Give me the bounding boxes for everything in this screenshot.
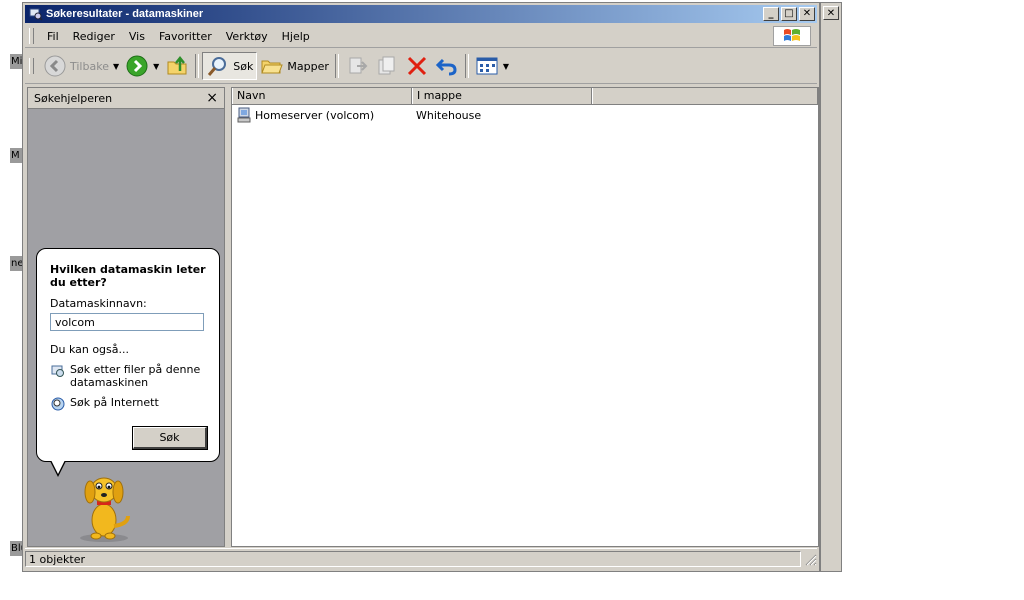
views-dropdown-icon[interactable]: ▼ bbox=[503, 62, 509, 71]
search-files-link[interactable]: Søk etter filer på denne datamaskinen bbox=[50, 363, 206, 389]
delete-button[interactable] bbox=[402, 52, 432, 80]
column-header-empty bbox=[592, 88, 818, 104]
menu-view[interactable]: Vis bbox=[122, 30, 152, 43]
undo-button[interactable] bbox=[432, 52, 462, 80]
search-pane-title: Søkehjelperen bbox=[34, 91, 113, 105]
toolbar-grip[interactable] bbox=[29, 58, 34, 74]
column-header-name[interactable]: Navn bbox=[232, 88, 412, 104]
maximize-button[interactable]: □ bbox=[781, 7, 797, 21]
copy-to-icon bbox=[378, 56, 395, 75]
back-dropdown-icon[interactable]: ▼ bbox=[113, 62, 119, 71]
search-balloon: Hvilken datamaskin leter du etter? Datam… bbox=[36, 248, 220, 462]
search-dog-icon[interactable] bbox=[70, 468, 140, 544]
computer-name-input[interactable] bbox=[50, 313, 204, 331]
search-icon bbox=[208, 57, 227, 76]
computer-name-label: Datamaskinnavn: bbox=[50, 297, 147, 310]
views-button[interactable]: ▼ bbox=[472, 52, 512, 80]
copy-to-button[interactable] bbox=[372, 52, 402, 80]
window-title: Søkeresultater - datamaskiner bbox=[46, 8, 204, 20]
toolbar-separator bbox=[464, 54, 469, 78]
search-internet-link[interactable]: Søk på Internett bbox=[50, 396, 206, 412]
search-files-label: Søk etter filer på denne datamaskinen bbox=[70, 363, 201, 389]
search-question: Hvilken datamaskin leter du etter? bbox=[50, 263, 206, 289]
menu-file[interactable]: Fil bbox=[40, 30, 66, 43]
menu-favorites[interactable]: Favoritter bbox=[152, 30, 219, 43]
resize-grip-icon[interactable] bbox=[803, 552, 817, 566]
results-list[interactable]: Navn I mappe Homeserver (volcom) Whiteho… bbox=[231, 87, 819, 547]
toolbar: Tilbake ▼ ▼ Søk Mapper ▼ bbox=[25, 49, 817, 84]
menu-help[interactable]: Hjelp bbox=[275, 30, 317, 43]
back-arrow-icon bbox=[44, 55, 66, 77]
menu-tools[interactable]: Verktøy bbox=[219, 30, 275, 43]
balloon-tail-fill bbox=[51, 460, 65, 474]
move-to-button[interactable] bbox=[342, 52, 372, 80]
undo-icon bbox=[435, 58, 457, 76]
views-icon bbox=[476, 57, 498, 75]
search-button[interactable]: Søk bbox=[202, 52, 258, 80]
forward-button[interactable]: ▼ bbox=[122, 52, 162, 80]
status-bar: 1 objekter bbox=[25, 548, 817, 569]
also-label: Du kan også... bbox=[50, 343, 129, 356]
windows-logo-icon bbox=[773, 26, 811, 46]
folder-up-icon bbox=[167, 55, 187, 75]
folders-button[interactable]: Mapper bbox=[257, 52, 332, 80]
search-pane-close-icon[interactable]: × bbox=[206, 91, 218, 105]
folders-icon bbox=[261, 60, 284, 74]
search-companion-pane: Søkehjelperen × Hvilken datamaskin leter… bbox=[27, 87, 225, 547]
search-pane-header: Søkehjelperen × bbox=[28, 88, 224, 109]
computer-icon bbox=[237, 107, 251, 123]
forward-arrow-icon bbox=[126, 55, 148, 77]
result-folder: Whitehouse bbox=[416, 108, 482, 122]
menu-bar: Fil Rediger Vis Favoritter Verktøy Hjelp bbox=[25, 25, 817, 48]
background-close-button[interactable]: ✕ bbox=[823, 6, 839, 20]
folders-label: Mapper bbox=[287, 59, 329, 73]
back-label: Tilbake bbox=[70, 59, 109, 73]
menu-grip[interactable] bbox=[29, 28, 34, 44]
back-button[interactable]: Tilbake ▼ bbox=[40, 52, 122, 80]
search-window: Søkeresultater - datamaskiner _ □ ✕ Fil … bbox=[22, 2, 820, 572]
toolbar-separator bbox=[195, 54, 200, 78]
search-internet-label: Søk på Internett bbox=[70, 396, 159, 409]
result-row[interactable]: Homeserver (volcom) Whitehouse bbox=[232, 107, 818, 123]
search-internet-icon bbox=[51, 397, 65, 411]
menu-edit[interactable]: Rediger bbox=[66, 30, 122, 43]
close-button[interactable]: ✕ bbox=[799, 7, 815, 21]
title-bar[interactable]: Søkeresultater - datamaskiner _ □ ✕ bbox=[25, 5, 817, 23]
status-text: 1 objekter bbox=[25, 551, 801, 567]
search-files-icon bbox=[51, 365, 64, 377]
search-submit-button[interactable]: Søk bbox=[132, 426, 208, 450]
search-window-icon bbox=[29, 8, 43, 21]
column-header-row: Navn I mappe bbox=[232, 88, 818, 105]
move-to-icon bbox=[349, 57, 368, 74]
toolbar-separator bbox=[334, 54, 339, 78]
column-header-folder[interactable]: I mappe bbox=[412, 88, 592, 104]
delete-icon bbox=[407, 56, 426, 76]
background-window: ✕ bbox=[820, 2, 842, 572]
up-folder-button[interactable] bbox=[162, 52, 192, 80]
minimize-button[interactable]: _ bbox=[763, 7, 779, 21]
search-label: Søk bbox=[233, 59, 254, 73]
result-name: Homeserver (volcom) bbox=[255, 108, 375, 122]
forward-dropdown-icon[interactable]: ▼ bbox=[153, 62, 159, 71]
